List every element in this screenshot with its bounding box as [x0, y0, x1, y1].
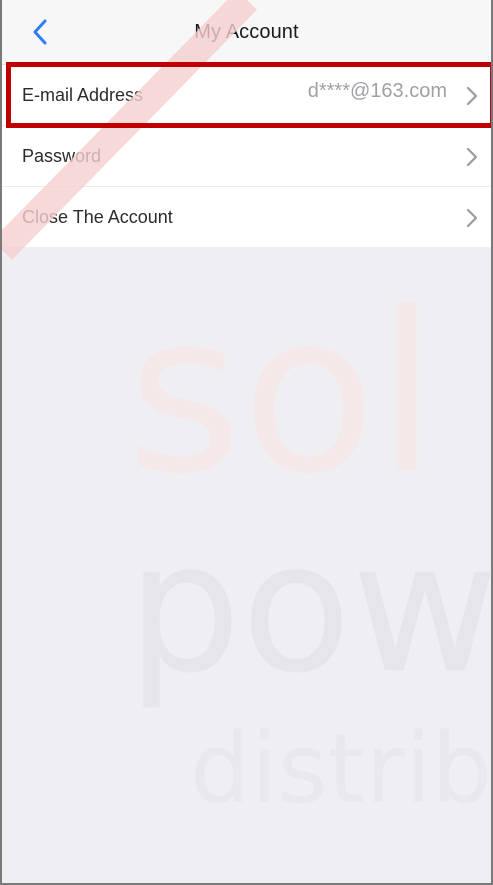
close-account-row[interactable]: Close The Account [2, 187, 491, 247]
email-address-row[interactable]: E-mail Address d****@163.com [2, 65, 491, 126]
chevron-right-icon [466, 208, 478, 228]
email-address-label: E-mail Address [22, 85, 144, 105]
email-address-value: d****@163.com [307, 80, 447, 102]
nav-bar: My Account [2, 0, 491, 65]
close-account-label: Close The Account [22, 207, 173, 227]
account-screen: My Account E-mail Address d****@163.com … [0, 0, 493, 885]
watermark-line-2: pow [127, 504, 493, 713]
account-settings-list: E-mail Address d****@163.com Password Cl… [2, 65, 491, 247]
watermark-line-3: distrib [190, 713, 492, 825]
password-label: Password [22, 146, 102, 166]
page-title: My Account [194, 21, 299, 43]
password-row[interactable]: Password [2, 126, 491, 187]
chevron-right-icon [466, 147, 478, 167]
watermark-line-1: sol [127, 266, 437, 522]
chevron-right-icon [466, 86, 478, 106]
